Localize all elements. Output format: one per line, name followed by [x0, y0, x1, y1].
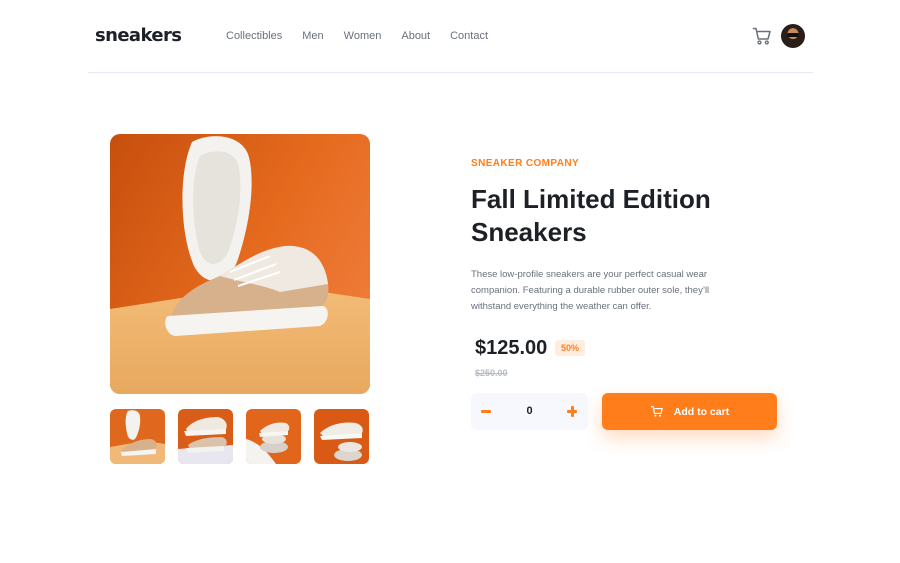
cart-icon — [650, 406, 663, 417]
product-title: Fall Limited Edition Sneakers — [471, 184, 711, 247]
product-main-image[interactable] — [110, 134, 370, 394]
thumbnail-4[interactable] — [314, 409, 369, 464]
nav-link-collectibles[interactable]: Collectibles — [226, 30, 282, 42]
thumbnail-3[interactable] — [246, 409, 301, 464]
add-to-cart-label: Add to cart — [673, 405, 730, 418]
add-to-cart-button[interactable]: Add to cart — [602, 393, 777, 430]
nav-link-women[interactable]: Women — [344, 30, 382, 42]
main-nav: Collectibles Men Women About Contact — [226, 30, 508, 42]
original-price: $250.00 — [475, 368, 508, 378]
quantity-stepper: 0 — [471, 393, 588, 430]
nav-link-contact[interactable]: Contact — [450, 30, 488, 42]
thumbnail-strip — [110, 409, 370, 464]
cart-icon[interactable] — [752, 26, 772, 46]
plus-icon[interactable] — [565, 402, 579, 420]
logo[interactable]: sneakers — [95, 25, 182, 46]
avatar-sunglasses — [787, 33, 799, 37]
thumbnail-2[interactable] — [178, 409, 233, 464]
current-price: $125.00 — [475, 337, 548, 359]
company-label: SNEAKER COMPANY — [471, 158, 580, 169]
thumbnail-1[interactable] — [110, 409, 165, 464]
nav-link-men[interactable]: Men — [302, 30, 323, 42]
product-description: These low-profile sneakers are your perf… — [471, 269, 710, 312]
nav-link-about[interactable]: About — [401, 30, 430, 42]
discount-badge: 50% — [555, 340, 586, 356]
avatar[interactable] — [781, 24, 805, 48]
site-header: sneakers Collectibles Men Women About Co… — [88, 0, 813, 73]
